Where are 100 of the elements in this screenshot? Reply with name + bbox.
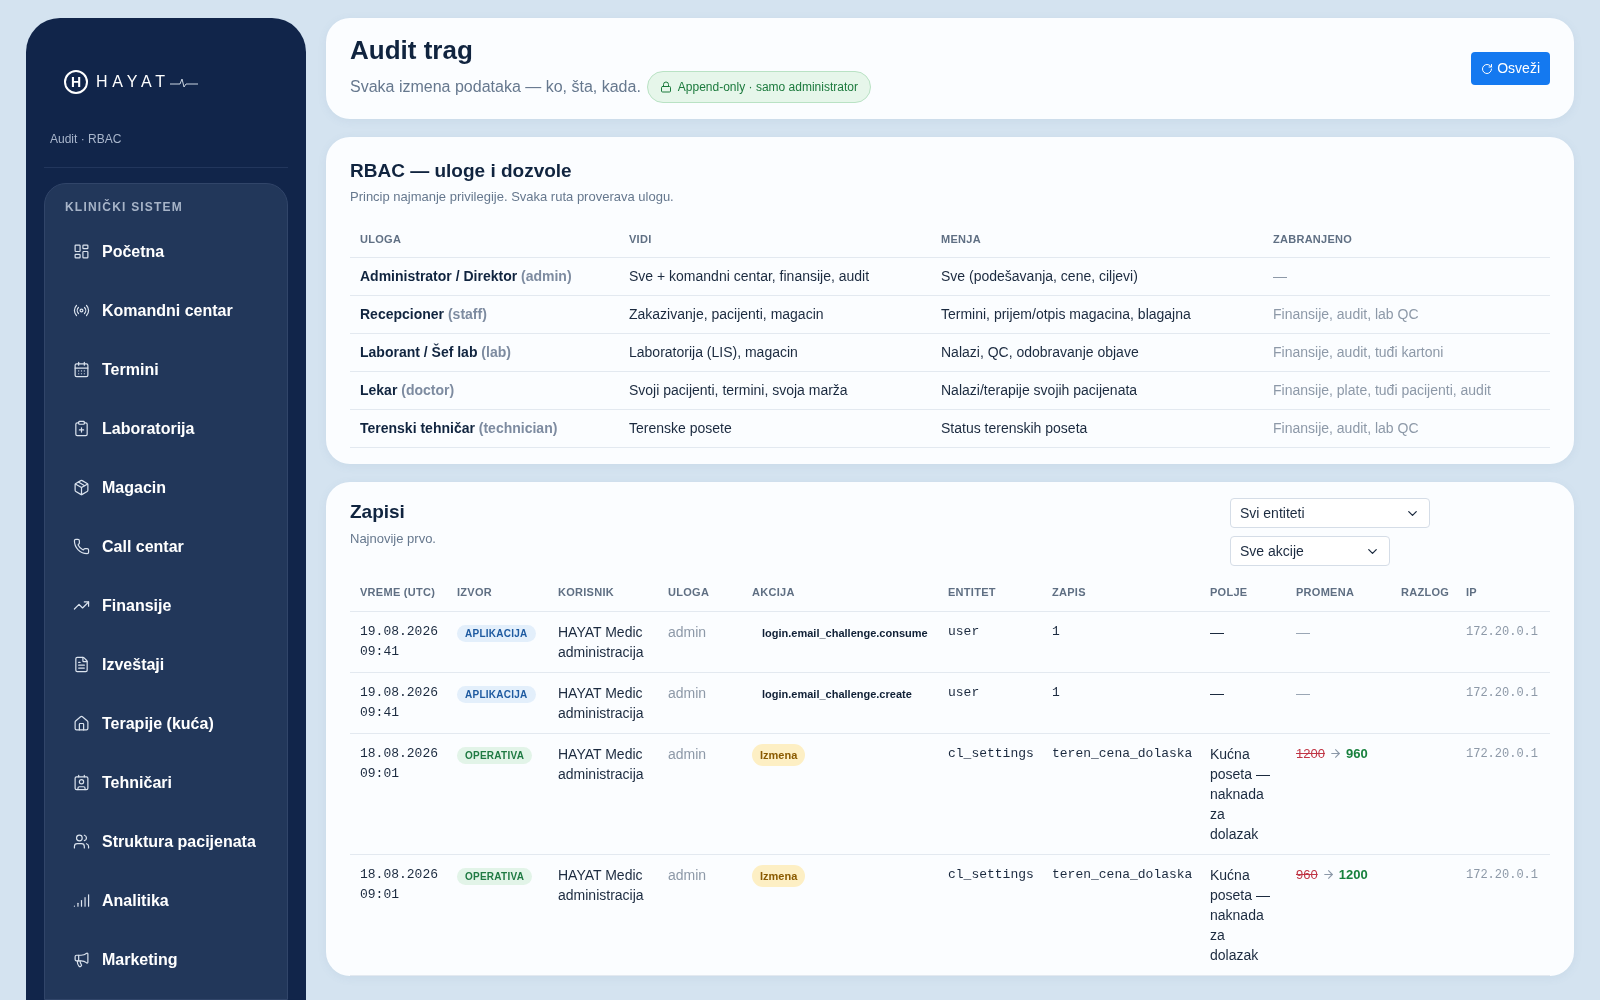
column-header: AKCIJA — [742, 574, 938, 611]
action-code: login.email_challenge.create — [761, 687, 912, 700]
column-header: IP — [1456, 574, 1550, 611]
timestamp-cell: 19.08.2026 09:41 — [350, 611, 447, 672]
table-cell: cl_settings — [938, 733, 1042, 854]
table-cell: 172.20.0.1 — [1456, 854, 1550, 975]
table-cell: Sve + komandni centar, finansije, audit — [619, 257, 931, 296]
table-cell: admin — [658, 733, 742, 854]
timestamp-cell: 18.08.2026 09:01 — [350, 854, 447, 975]
access-badge: Append-only · samo administrator — [646, 70, 871, 103]
nav-item[interactable]: Finansije — [65, 576, 267, 635]
section-title: RBAC — uloge i dozvole — [350, 158, 573, 183]
table-cell: Kućna poseta — naknada za dolazak — [1200, 733, 1286, 854]
table-cell: HAYAT Medic administracija — [548, 733, 658, 854]
table-cell: Finansije, audit, lab QC — [1263, 295, 1550, 334]
logo-mark: H — [64, 70, 88, 94]
table-cell: Zakazivanje, pacijenti, magacin — [619, 295, 931, 334]
column-header: IZVOR — [447, 574, 548, 611]
table-cell: HAYAT Medic administracija — [548, 672, 658, 733]
nav-item[interactable]: Magacin — [65, 458, 267, 517]
column-header: RAZLOG — [1391, 574, 1456, 611]
timestamp-cell: 18.08.2026 09:01 — [350, 733, 447, 854]
table-cell: teren_cena_dolaska — [1042, 854, 1200, 975]
nav-item[interactable]: Marketing — [65, 930, 267, 989]
nav-item[interactable]: Izveštaji — [65, 635, 267, 694]
timestamp-cell: 19.08.2026 09:41 — [350, 672, 447, 733]
nav-item[interactable]: Struktura pacijenata — [65, 812, 267, 871]
table-cell: — — [1200, 611, 1286, 672]
column-header: MENJA — [931, 220, 1263, 258]
table-cell: Finansije, audit, lab QC — [1263, 409, 1550, 448]
action-badge: Izmena — [752, 864, 806, 887]
table-cell: Nalazi, QC, odobravanje objave — [931, 333, 1263, 372]
logo-text: HAYAT — [96, 72, 170, 92]
arrow-icon — [1321, 868, 1335, 881]
nav-item[interactable]: Laboratorija — [65, 399, 267, 458]
page-subtitle: Svaka izmena podataka — ko, šta, kada. — [350, 76, 641, 97]
clipboard-icon — [73, 420, 90, 437]
section-subtitle: Najnovije prvo. — [350, 529, 436, 548]
table-cell: — — [1200, 672, 1286, 733]
table-cell: teren_cena_dolaska — [1042, 733, 1200, 854]
table-cell: Administrator / Direktor (admin) — [350, 257, 619, 296]
column-header: PROMENA — [1286, 574, 1391, 611]
action-code: login.email_challenge.consume — [761, 626, 928, 639]
nav-item[interactable]: Call centar — [65, 517, 267, 576]
users-icon — [73, 833, 90, 850]
source-badge: OPERATIVA — [457, 746, 533, 764]
house-icon — [73, 715, 90, 732]
table-cell: 172.20.0.1 — [1456, 611, 1550, 672]
nav-item[interactable]: Početna — [65, 222, 267, 281]
table-cell: 1 — [1042, 672, 1200, 733]
empty-dash: — — [1296, 684, 1310, 701]
table-cell: Kućna poseta — naknada za dolazak — [1200, 854, 1286, 975]
source-badge: APLIKACIJA — [457, 685, 536, 703]
column-header: KORISNIK — [548, 574, 658, 611]
table-cell: Terenske posete — [619, 409, 931, 448]
value-change: 960 1200 — [1296, 865, 1369, 884]
table-cell: Sve (podešavanja, cene, ciljevi) — [931, 257, 1263, 296]
source-badge: APLIKACIJA — [457, 624, 536, 642]
table-cell: Nalazi/terapije svojih pacijenata — [931, 371, 1263, 410]
section-subtitle: Princip najmanje privilegije. Svaka ruta proverava ulogu. — [350, 188, 675, 206]
column-header: VIDI — [619, 220, 931, 258]
nav-item[interactable]: Komandni centar — [65, 281, 267, 340]
sidebar-subtitle: Audit · RBAC — [49, 131, 123, 148]
lock-icon — [659, 80, 672, 93]
table-cell: user — [938, 611, 1042, 672]
nav-item[interactable]: Analitika — [65, 871, 267, 930]
table-cell: user — [938, 672, 1042, 733]
table-cell: Termini, prijem/otpis magacina, blagajna — [931, 295, 1263, 334]
column-header: ENTITET — [938, 574, 1042, 611]
value-change: 1200 960 — [1296, 744, 1369, 763]
filter-dropdown[interactable]: Sve akcije — [1230, 536, 1390, 566]
id-card-icon — [73, 774, 90, 791]
table-cell: 172.20.0.1 — [1456, 733, 1550, 854]
table-cell: admin — [658, 854, 742, 975]
column-header: ULOGA — [350, 220, 619, 258]
heartbeat-icon — [169, 76, 198, 88]
table-cell: Laborant / Šef lab (lab) — [350, 333, 619, 372]
table-cell: Status terenskih poseta — [931, 409, 1263, 448]
column-header: ULOGA — [658, 574, 742, 611]
column-header: POLJE — [1200, 574, 1286, 611]
action-badge: Izmena — [752, 743, 806, 766]
column-header: VREME (UTC) — [350, 574, 447, 611]
nav-item[interactable]: Termini — [65, 340, 267, 399]
nav-item[interactable]: Tehničari — [65, 753, 267, 812]
table-cell: Finansije, audit, tuđi kartoni — [1263, 333, 1550, 372]
bar-chart-icon — [73, 892, 90, 909]
calendar-icon — [73, 361, 90, 378]
table-cell: admin — [658, 672, 742, 733]
table-cell: 172.20.0.1 — [1456, 672, 1550, 733]
table-cell: Terenski tehničar (technician) — [350, 409, 619, 448]
nav-item[interactable]: Terapije (kuća) — [65, 694, 267, 753]
dashboard-icon — [73, 243, 90, 260]
page-title: Audit trag — [350, 34, 474, 67]
table-cell: Svoji pacijenti, termini, svoja marža — [619, 371, 931, 410]
table-cell: Lekar (doctor) — [350, 371, 619, 410]
filter-dropdown[interactable]: Svi entiteti — [1230, 498, 1430, 528]
refresh-button[interactable]: Osveži — [1471, 52, 1550, 85]
table-cell: Recepcioner (staff) — [350, 295, 619, 334]
column-header: ZABRANJENO — [1263, 220, 1550, 258]
table-cell: HAYAT Medic administracija — [548, 854, 658, 975]
